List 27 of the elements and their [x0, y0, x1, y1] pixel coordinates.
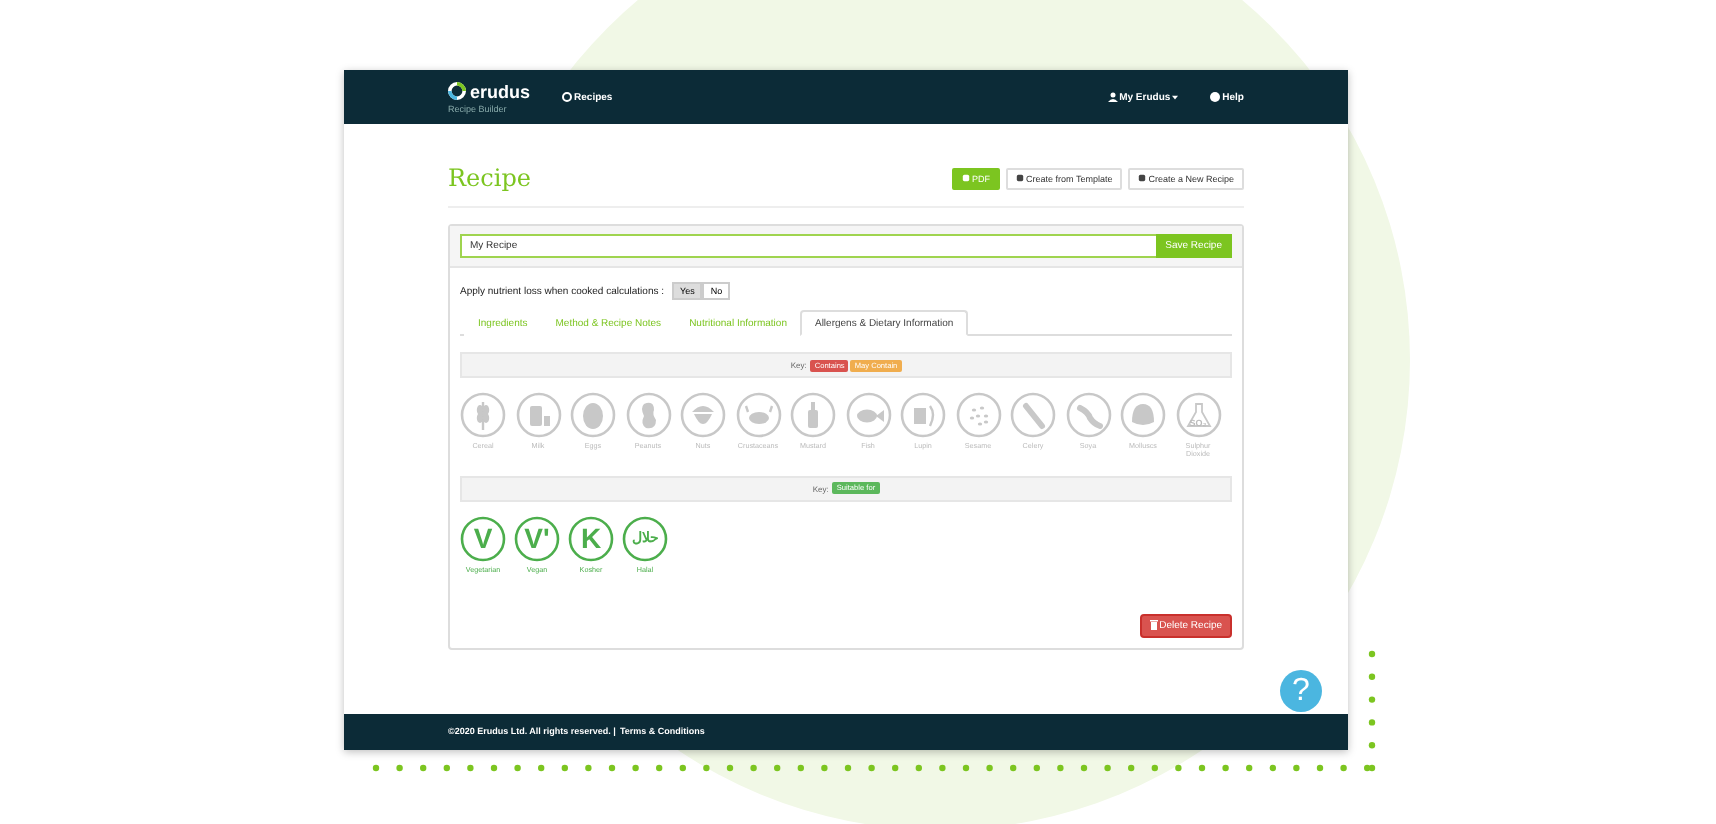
allergen-icon[interactable]: [570, 392, 616, 438]
allergen-icon[interactable]: [625, 392, 671, 438]
square-icon: [1138, 174, 1147, 182]
ring-icon: [562, 92, 573, 102]
user-icon: [1107, 92, 1118, 102]
dietary-icon[interactable]: V: [460, 515, 506, 562]
trash-icon: [1149, 620, 1158, 631]
help-icon: [1210, 92, 1221, 102]
allergen-icon[interactable]: [735, 392, 781, 438]
allergen-icon[interactable]: [845, 392, 891, 438]
allergen-icon[interactable]: [955, 392, 1001, 438]
allergen-icon[interactable]: [900, 392, 946, 438]
allergen-icon[interactable]: [680, 392, 726, 438]
dietary-icon[interactable]: V': [514, 515, 560, 562]
dietary-icon[interactable]: K: [568, 515, 614, 562]
allergen-icon[interactable]: [790, 392, 836, 438]
allergen-icon[interactable]: [1010, 392, 1056, 438]
page-title: Recipe: [448, 164, 531, 192]
allergen-icon[interactable]: [1120, 392, 1166, 438]
allergen-icon[interactable]: [515, 392, 561, 438]
square-icon: [1016, 174, 1025, 182]
allergen-icon[interactable]: [460, 392, 506, 438]
brand-name: erudus: [470, 81, 531, 101]
square-icon: [962, 174, 971, 182]
logo-icon: [448, 82, 466, 100]
caret-icon: [1172, 94, 1179, 100]
allergen-icon[interactable]: [1065, 392, 1111, 438]
